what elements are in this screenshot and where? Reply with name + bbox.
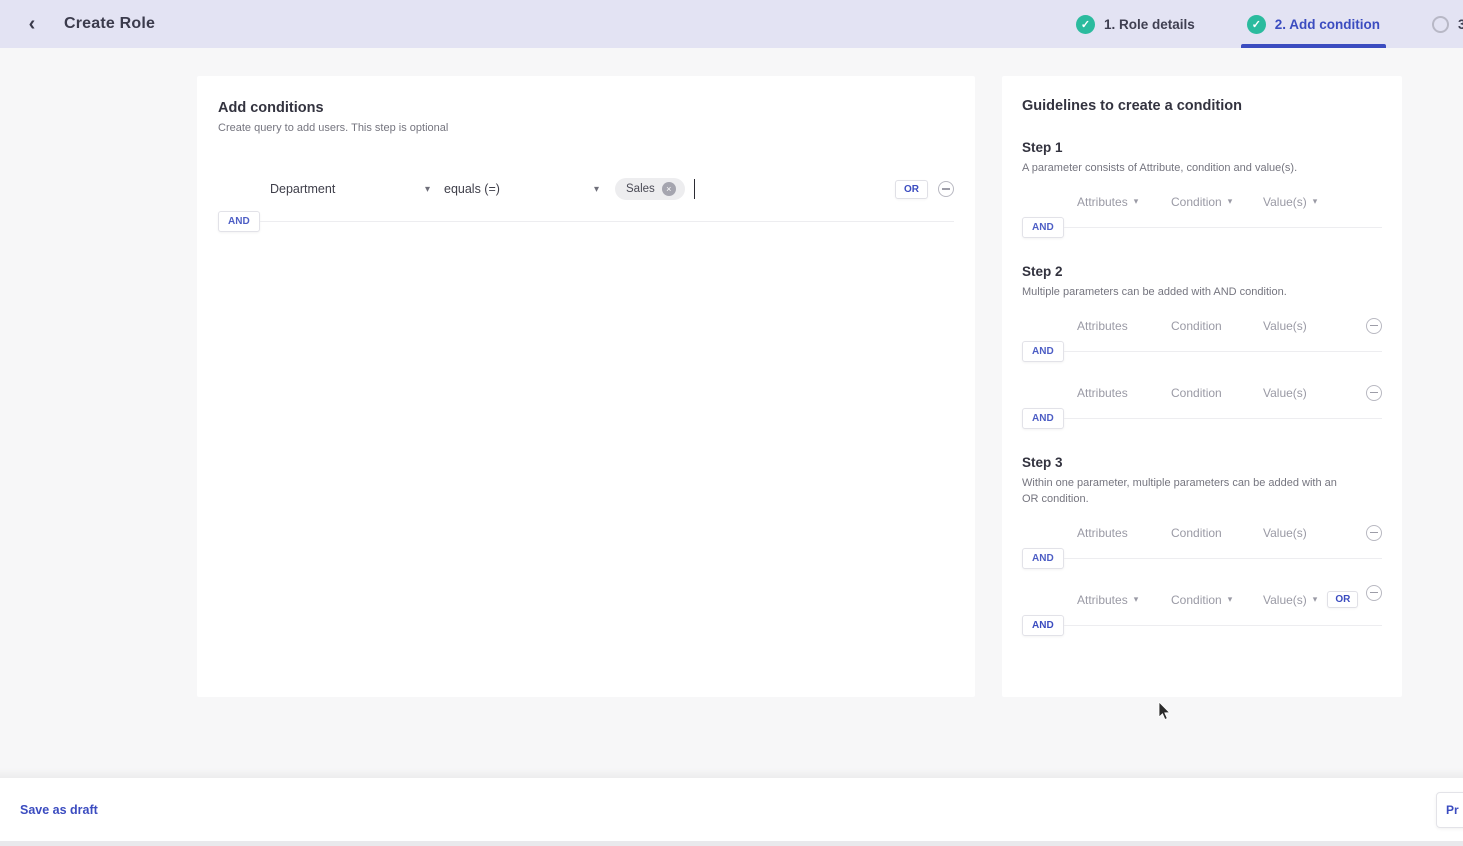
and-badge: AND bbox=[1022, 217, 1064, 238]
chevron-down-icon: ▾ bbox=[1313, 594, 1318, 605]
step-role-details[interactable]: ✓ 1. Role details bbox=[1070, 0, 1201, 48]
save-as-draft-link[interactable]: Save as draft bbox=[20, 803, 98, 817]
connector-line bbox=[1064, 625, 1382, 626]
or-badge: OR bbox=[1327, 591, 1358, 608]
attributes-placeholder: Attributes bbox=[1077, 526, 1171, 540]
attribute-select[interactable]: Department ▾ bbox=[270, 182, 430, 196]
connector-line bbox=[260, 221, 954, 222]
page-title: Create Role bbox=[64, 15, 155, 33]
remove-condition-icon bbox=[1366, 318, 1382, 334]
chevron-down-icon: ▾ bbox=[425, 184, 430, 195]
step-description: Multiple parameters can be added with AN… bbox=[1022, 285, 1352, 301]
connector-line bbox=[1064, 418, 1382, 419]
remove-condition-icon bbox=[1366, 585, 1382, 601]
step-heading: Step 1 bbox=[1022, 140, 1382, 155]
attributes-placeholder: Attributes bbox=[1077, 386, 1171, 400]
or-button[interactable]: OR bbox=[895, 180, 928, 199]
panel-subtitle: Create query to add users. This step is … bbox=[218, 122, 954, 134]
values-placeholder: Value(s) bbox=[1263, 386, 1307, 400]
check-circle-icon: ✓ bbox=[1247, 15, 1266, 34]
values-placeholder: Value(s) ▾ bbox=[1263, 593, 1317, 607]
condition-row: Department ▾ equals (=) ▾ Sales × OR bbox=[218, 174, 954, 204]
attributes-placeholder: Attributes ▾ bbox=[1077, 593, 1171, 607]
text-caret bbox=[694, 179, 696, 199]
value-tag: Sales × bbox=[615, 178, 685, 200]
remove-tag-icon[interactable]: × bbox=[662, 182, 676, 196]
panel-title: Add conditions bbox=[218, 100, 954, 116]
footer-bar: Save as draft Pr bbox=[0, 778, 1463, 841]
demo-row: Attributes Condition Value(s) bbox=[1022, 524, 1382, 542]
bottom-strip bbox=[0, 841, 1463, 846]
condition-row-actions: OR bbox=[895, 180, 954, 199]
values-placeholder: Value(s) ▾ bbox=[1263, 195, 1317, 209]
footer-shadow bbox=[0, 768, 1463, 778]
wizard-steps: ✓ 1. Role details ✓ 2. Add condition 3. … bbox=[1070, 0, 1463, 48]
step-label: 1. Role details bbox=[1104, 17, 1195, 32]
values-placeholder: Value(s) bbox=[1263, 319, 1307, 333]
add-conditions-panel: Add conditions Create query to add users… bbox=[197, 76, 975, 697]
top-header: ‹ Create Role ✓ 1. Role details ✓ 2. Add… bbox=[0, 0, 1463, 48]
step-heading: Step 3 bbox=[1022, 455, 1382, 470]
guidelines-title: Guidelines to create a condition bbox=[1022, 98, 1382, 114]
step-add-condition[interactable]: ✓ 2. Add condition bbox=[1241, 0, 1386, 48]
active-step-underline bbox=[1241, 44, 1386, 48]
connector-line bbox=[1064, 558, 1382, 559]
empty-circle-icon bbox=[1432, 16, 1449, 33]
and-connector-row: AND bbox=[218, 211, 954, 232]
guideline-step-1: Step 1 A parameter consists of Attribute… bbox=[1022, 140, 1382, 238]
and-connector-row: AND bbox=[1022, 615, 1382, 636]
connector-line bbox=[1064, 351, 1382, 352]
and-button[interactable]: AND bbox=[218, 211, 260, 232]
chevron-down-icon: ▾ bbox=[594, 184, 599, 195]
and-badge: AND bbox=[1022, 341, 1064, 362]
chevron-down-icon: ▾ bbox=[1228, 594, 1233, 605]
step-heading: Step 2 bbox=[1022, 264, 1382, 279]
and-badge: AND bbox=[1022, 548, 1064, 569]
and-connector-row: AND bbox=[1022, 408, 1382, 429]
guidelines-panel: Guidelines to create a condition Step 1 … bbox=[1002, 76, 1402, 697]
condition-placeholder: Condition bbox=[1171, 386, 1263, 400]
proceed-button[interactable]: Pr bbox=[1436, 792, 1463, 828]
connector-line bbox=[1064, 227, 1382, 228]
attributes-placeholder: Attributes bbox=[1077, 319, 1171, 333]
step-label: 2. Add condition bbox=[1275, 17, 1380, 32]
remove-condition-icon bbox=[1366, 385, 1382, 401]
operator-select[interactable]: equals (=) ▾ bbox=[444, 182, 599, 196]
condition-placeholder: Condition ▾ bbox=[1171, 593, 1263, 607]
values-placeholder: Value(s) bbox=[1263, 526, 1307, 540]
remove-condition-icon bbox=[1366, 525, 1382, 541]
values-input[interactable]: Sales × bbox=[615, 175, 895, 203]
step-applications[interactable]: 3. Applica bbox=[1426, 0, 1463, 48]
remove-condition-icon[interactable] bbox=[938, 181, 954, 197]
condition-placeholder: Condition bbox=[1171, 526, 1263, 540]
guideline-step-2: Step 2 Multiple parameters can be added … bbox=[1022, 264, 1382, 429]
step-description: A parameter consists of Attribute, condi… bbox=[1022, 161, 1352, 177]
and-connector-row: AND bbox=[1022, 548, 1382, 569]
chevron-down-icon: ▾ bbox=[1228, 196, 1233, 207]
and-badge: AND bbox=[1022, 408, 1064, 429]
attribute-value: Department bbox=[270, 182, 335, 196]
mouse-cursor-icon bbox=[1158, 702, 1172, 722]
and-connector-row: AND bbox=[1022, 341, 1382, 362]
guideline-step-3: Step 3 Within one parameter, multiple pa… bbox=[1022, 455, 1382, 636]
demo-row: Attributes Condition Value(s) bbox=[1022, 384, 1382, 402]
check-circle-icon: ✓ bbox=[1076, 15, 1095, 34]
demo-row: Attributes Condition Value(s) bbox=[1022, 317, 1382, 335]
condition-placeholder: Condition ▾ bbox=[1171, 195, 1263, 209]
and-badge: AND bbox=[1022, 615, 1064, 636]
chevron-down-icon: ▾ bbox=[1134, 196, 1139, 207]
attributes-placeholder: Attributes ▾ bbox=[1077, 195, 1171, 209]
condition-placeholder: Condition bbox=[1171, 319, 1263, 333]
chevron-down-icon: ▾ bbox=[1313, 196, 1318, 207]
demo-row: Attributes ▾ Condition ▾ Value(s) ▾ bbox=[1022, 193, 1382, 211]
back-icon[interactable]: ‹ bbox=[22, 14, 42, 34]
operator-value: equals (=) bbox=[444, 182, 500, 196]
and-connector-row: AND bbox=[1022, 217, 1382, 238]
chevron-down-icon: ▾ bbox=[1134, 594, 1139, 605]
step-label: 3. Applica bbox=[1458, 17, 1463, 32]
value-tag-label: Sales bbox=[626, 183, 655, 195]
step-description: Within one parameter, multiple parameter… bbox=[1022, 476, 1352, 508]
demo-row: Attributes ▾ Condition ▾ Value(s) ▾ OR bbox=[1022, 591, 1382, 609]
